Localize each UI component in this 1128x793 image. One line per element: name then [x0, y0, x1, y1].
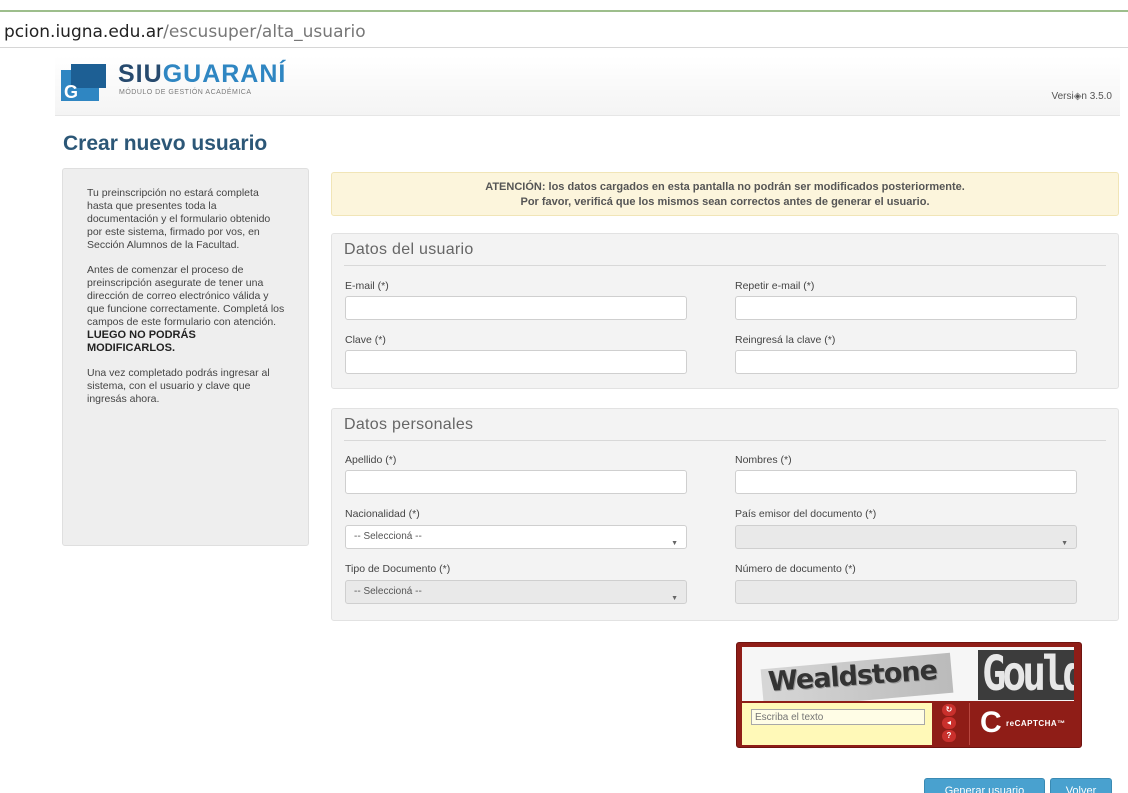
password-repeat-label: Reingresá la clave (*) [735, 334, 836, 346]
user-panel-title: Datos del usuario [344, 241, 1106, 266]
back-button[interactable]: Volver [1050, 778, 1112, 793]
logo-guarani: GUARANÍ [162, 60, 287, 88]
help-icon[interactable]: ? [942, 730, 956, 742]
version-label: Versi◈n 3.5.0 [1051, 91, 1112, 102]
email-repeat-field[interactable] [735, 296, 1077, 320]
issuer-country-select[interactable]: ▼ [735, 525, 1077, 549]
recaptcha-logo-icon: C [980, 706, 1002, 739]
alert-line-2: Por favor, verificá que los mismos sean … [520, 196, 930, 208]
logo-subtitle: MÓDULO DE GESTIÓN ACADÉMICA [119, 89, 252, 96]
browser-top-border [0, 0, 1128, 12]
alert-line-1: ATENCIÓN: los datos cargados en esta pan… [485, 181, 965, 193]
help-sidebar: Tu preinscripción no estará completa has… [62, 168, 309, 546]
lastname-label: Apellido (*) [345, 454, 397, 466]
address-bar[interactable]: pcion.iugna.edu.ar/escusuper/alta_usuari… [0, 16, 1128, 48]
warning-alert: ATENCIÓN: los datos cargados en esta pan… [331, 172, 1119, 216]
help-paragraph-2: Antes de comenzar el proceso de preinscr… [87, 264, 286, 355]
firstname-label: Nombres (*) [735, 454, 792, 466]
lastname-field[interactable] [345, 470, 687, 494]
logo-siu: SIU [118, 60, 163, 88]
password-field[interactable] [345, 350, 687, 374]
personal-panel-title: Datos personales [344, 416, 1106, 441]
captcha-controls: ↻ ◂ ? [937, 703, 961, 745]
email-field[interactable] [345, 296, 687, 320]
nationality-select[interactable]: -- Seleccioná -- ▼ [345, 525, 687, 549]
audio-icon[interactable]: ◂ [942, 717, 956, 729]
recaptcha-widget: Wealdstone Gould ↻ ◂ ? C reCAPTCHA™ [736, 642, 1082, 748]
help-paragraph-3: Una vez completado podrás ingresar al si… [87, 367, 270, 405]
doc-type-label: Tipo de Documento (*) [345, 563, 451, 575]
doc-type-select[interactable]: -- Seleccioná -- ▼ [345, 580, 687, 604]
help-warning-strong: LUEGO NO PODRÁS MODIFICARLOS. [87, 329, 196, 354]
chevron-down-icon: ▼ [671, 540, 678, 547]
chevron-down-icon: ▼ [671, 595, 678, 602]
page-title: Crear nuevo usuario [63, 132, 268, 155]
captcha-input-area [742, 703, 932, 745]
nationality-selected-value: -- Seleccioná -- [354, 531, 422, 542]
email-label: E-mail (*) [345, 280, 389, 292]
recaptcha-logo: C reCAPTCHA™ [969, 703, 1077, 745]
chevron-down-icon: ▼ [1061, 540, 1068, 547]
doc-number-field[interactable] [735, 580, 1077, 604]
doc-type-selected-value: -- Seleccioná -- [354, 586, 422, 597]
app-header: G SIUGUARANÍ MÓDULO DE GESTIÓN ACADÉMICA… [55, 56, 1120, 116]
captcha-image: Wealdstone Gould [742, 647, 1074, 701]
refresh-icon[interactable]: ↻ [942, 704, 956, 716]
url-host: pcion.iugna.edu.ar [4, 22, 164, 42]
help-paragraph-1: Tu preinscripción no estará completa has… [87, 187, 271, 251]
issuer-country-label: País emisor del documento (*) [735, 508, 877, 520]
firstname-field[interactable] [735, 470, 1077, 494]
svg-text:G: G [64, 82, 78, 101]
doc-number-label: Número de documento (*) [735, 563, 856, 575]
url-path: /escusuper/alta_usuario [163, 22, 366, 42]
password-repeat-field[interactable] [735, 350, 1077, 374]
captcha-input[interactable] [751, 709, 925, 725]
help-paragraph-2-text: Antes de comenzar el proceso de preinscr… [87, 264, 285, 328]
recaptcha-brand: reCAPTCHA™ [1006, 719, 1066, 728]
logo-wordmark: SIUGUARANÍ [118, 60, 286, 89]
generate-user-button[interactable]: Generar usuario [924, 778, 1045, 793]
password-label: Clave (*) [345, 334, 386, 346]
email-repeat-label: Repetir e-mail (*) [735, 280, 815, 292]
user-data-panel: Datos del usuario E-mail (*) Repetir e-m… [331, 233, 1119, 389]
personal-data-panel: Datos personales Apellido (*) Nombres (*… [331, 408, 1119, 621]
captcha-word-2: Gould [982, 647, 1074, 701]
nationality-label: Nacionalidad (*) [345, 508, 420, 520]
siu-logo-icon: G [61, 64, 106, 101]
